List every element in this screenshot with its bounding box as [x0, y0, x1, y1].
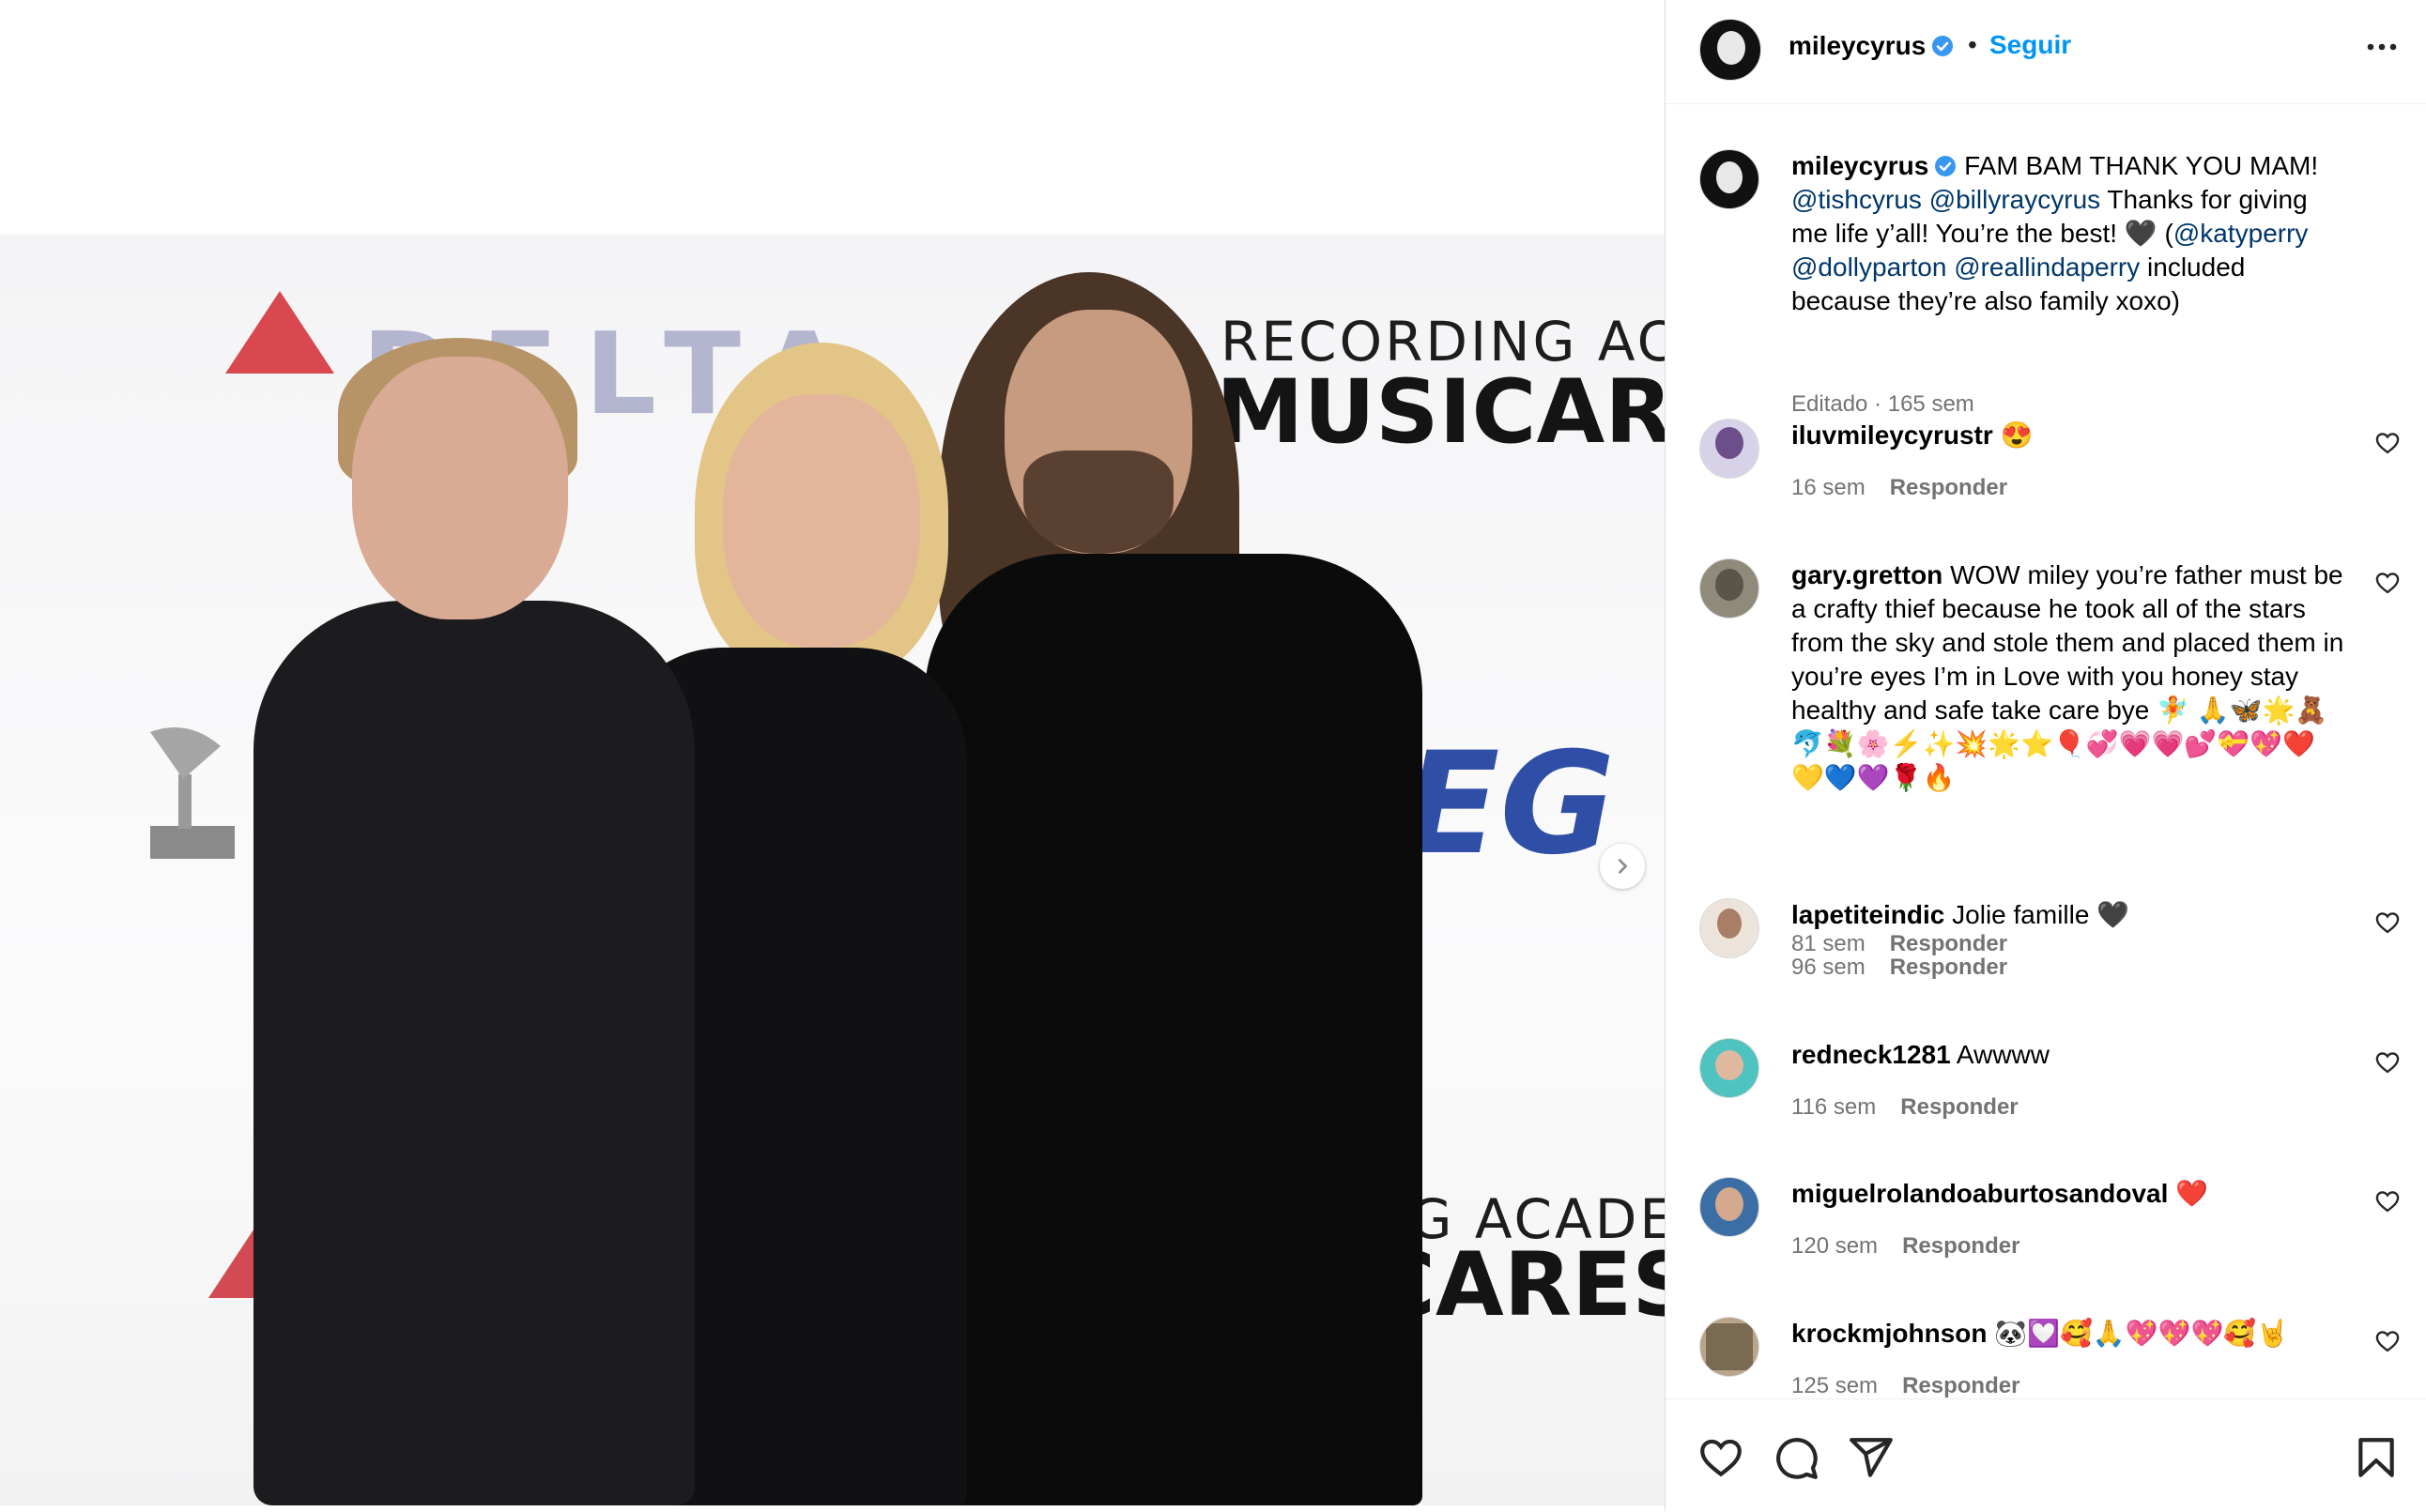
- person-middle-face: [723, 394, 920, 648]
- comment-meta: 116 sem Responder: [1791, 1094, 2019, 1121]
- bookmark-icon[interactable]: [2353, 1434, 2400, 1481]
- comment-body: ❤️: [2175, 1179, 2209, 1208]
- author-username-row: mileycyrus: [1789, 31, 1954, 61]
- reply-button[interactable]: Responder: [1902, 1233, 2019, 1259]
- comment-username[interactable]: gary.gretton: [1791, 560, 1942, 589]
- reply-button[interactable]: Responder: [1890, 931, 2007, 956]
- chevron-right-icon: [1618, 859, 1628, 874]
- reply-button[interactable]: Responder: [1902, 1373, 2019, 1397]
- caption-text-part: FAM BAM THANK YOU MAM!: [1964, 151, 2319, 180]
- comment-username[interactable]: miguelrolandoaburtosandoval: [1791, 1179, 2168, 1208]
- comment-body: Jolie famille 🖤: [1952, 900, 2130, 929]
- comment-text: redneck1281 Awwww: [1791, 1038, 2345, 1072]
- next-image-button[interactable]: [1600, 844, 1645, 889]
- post-caption: mileycyrus FAM BAM THANK YOU MAM! @tishc…: [1666, 149, 2426, 417]
- author-username[interactable]: mileycyrus: [1789, 31, 1926, 60]
- comment-meta: 16 sem Responder: [1791, 475, 2007, 501]
- caption-meta: Editado · 165 sem: [1791, 391, 1974, 417]
- comment-username[interactable]: redneck1281: [1791, 1040, 1951, 1069]
- comment-meta: 120 sem Responder: [1791, 1233, 2019, 1260]
- person-left-face: [352, 357, 568, 619]
- share-icon[interactable]: [1848, 1434, 1895, 1481]
- mention-link[interactable]: @billyraycyrus: [1929, 185, 2100, 214]
- comment-time: 116 sem: [1791, 1094, 1877, 1120]
- comment-username[interactable]: lapetiteindic: [1791, 900, 1944, 929]
- comment-body: 🐼💟🥰🙏💖💖💖🥰🤘: [1994, 1319, 2290, 1348]
- heart-icon[interactable]: [1697, 1434, 1744, 1481]
- post-media-pane: DELTA RECORDING ACADE MUSICARES EG ING A…: [0, 0, 1665, 1511]
- comment-text: krockmjohnson 🐼💟🥰🙏💖💖💖🥰🤘: [1791, 1317, 2345, 1351]
- comment-meta: 96 sem Responder: [1791, 955, 2007, 981]
- mention-link[interactable]: @katyperry: [2173, 219, 2309, 248]
- verified-badge-icon: [1932, 36, 1954, 56]
- heart-icon[interactable]: [2374, 1049, 2401, 1076]
- person-right-beard: [1023, 451, 1174, 554]
- comment-username[interactable]: iluvmileycyrustr: [1791, 420, 1993, 450]
- comment-username[interactable]: krockmjohnson: [1791, 1319, 1987, 1348]
- post-photo[interactable]: DELTA RECORDING ACADE MUSICARES EG ING A…: [0, 235, 1665, 1505]
- grammy-logo-icon: [150, 727, 235, 859]
- verified-badge-icon: [1935, 156, 1957, 176]
- post-side-panel: mileycyrus • Seguir mileycyrus FAM BAM T…: [1665, 0, 2426, 1511]
- heart-icon[interactable]: [2374, 430, 2401, 456]
- post-actions-bar: [1666, 1398, 2426, 1512]
- comment-time: 16 sem: [1791, 475, 1866, 500]
- follow-button[interactable]: Seguir: [1989, 30, 2071, 60]
- commenter-avatar[interactable]: [1699, 898, 1759, 958]
- mention-link[interactable]: @tishcyrus: [1791, 185, 1922, 214]
- more-horizontal-icon: [2367, 43, 2397, 51]
- comment-time: 81 sem: [1791, 931, 1866, 956]
- comment-icon[interactable]: [1773, 1434, 1820, 1481]
- comment-time: 125 sem: [1791, 1373, 1879, 1397]
- comment-body: WOW miley you’re father must be a crafty…: [1791, 560, 2344, 792]
- comments-list[interactable]: mileycyrus FAM BAM THANK YOU MAM! @tishc…: [1666, 104, 2426, 1397]
- person-right: [925, 554, 1422, 1505]
- musicares-text: MUSICARES: [1216, 361, 1665, 464]
- commenter-avatar[interactable]: [1699, 1317, 1759, 1377]
- comment-body: 😍: [2000, 420, 2034, 450]
- comment-time: 96 sem: [1791, 955, 1866, 980]
- more-options-button[interactable]: [2358, 28, 2405, 66]
- comment-text: gary.gretton WOW miley you’re father mus…: [1791, 558, 2345, 795]
- reply-button[interactable]: Responder: [1900, 1094, 2018, 1120]
- commenter-avatar[interactable]: [1699, 1038, 1759, 1098]
- heart-icon[interactable]: [2374, 909, 2401, 936]
- commenter-avatar[interactable]: [1699, 1177, 1759, 1237]
- reply-button[interactable]: Responder: [1890, 475, 2007, 500]
- mention-link[interactable]: @reallindaperry: [1954, 252, 2140, 282]
- header-separator: •: [1968, 30, 1977, 59]
- caption-username[interactable]: mileycyrus: [1791, 151, 1928, 180]
- caption-avatar[interactable]: [1699, 149, 1759, 209]
- aeg-logo-text: EG: [1404, 723, 1616, 886]
- commenter-avatar[interactable]: [1699, 558, 1759, 619]
- comment-text: miguelrolandoaburtosandoval ❤️: [1791, 1177, 2345, 1211]
- heart-icon[interactable]: [2374, 1188, 2401, 1214]
- author-avatar[interactable]: [1699, 19, 1761, 81]
- instagram-post-view: DELTA RECORDING ACADE MUSICARES EG ING A…: [0, 0, 2426, 1511]
- mention-link[interactable]: @dollyparton: [1791, 252, 1946, 282]
- comment-text: iluvmileycyrustr 😍: [1791, 419, 2345, 452]
- comment-meta: 81 sem Responder: [1791, 931, 2007, 957]
- comment-text: lapetiteindic Jolie famille 🖤: [1791, 898, 2345, 932]
- delta-logo-icon: [225, 291, 334, 374]
- person-left: [253, 601, 695, 1505]
- comment-meta: 125 sem Responder: [1791, 1373, 2019, 1397]
- heart-icon[interactable]: [2374, 1328, 2401, 1354]
- comment-time: 120 sem: [1791, 1233, 1879, 1259]
- reply-button[interactable]: Responder: [1890, 955, 2007, 980]
- post-header: mileycyrus • Seguir: [1666, 0, 2426, 104]
- comment-body: Awwww: [1956, 1040, 2050, 1069]
- heart-icon[interactable]: [2374, 570, 2401, 596]
- commenter-avatar[interactable]: [1699, 419, 1759, 479]
- caption-text: mileycyrus FAM BAM THANK YOU MAM! @tishc…: [1791, 149, 2345, 318]
